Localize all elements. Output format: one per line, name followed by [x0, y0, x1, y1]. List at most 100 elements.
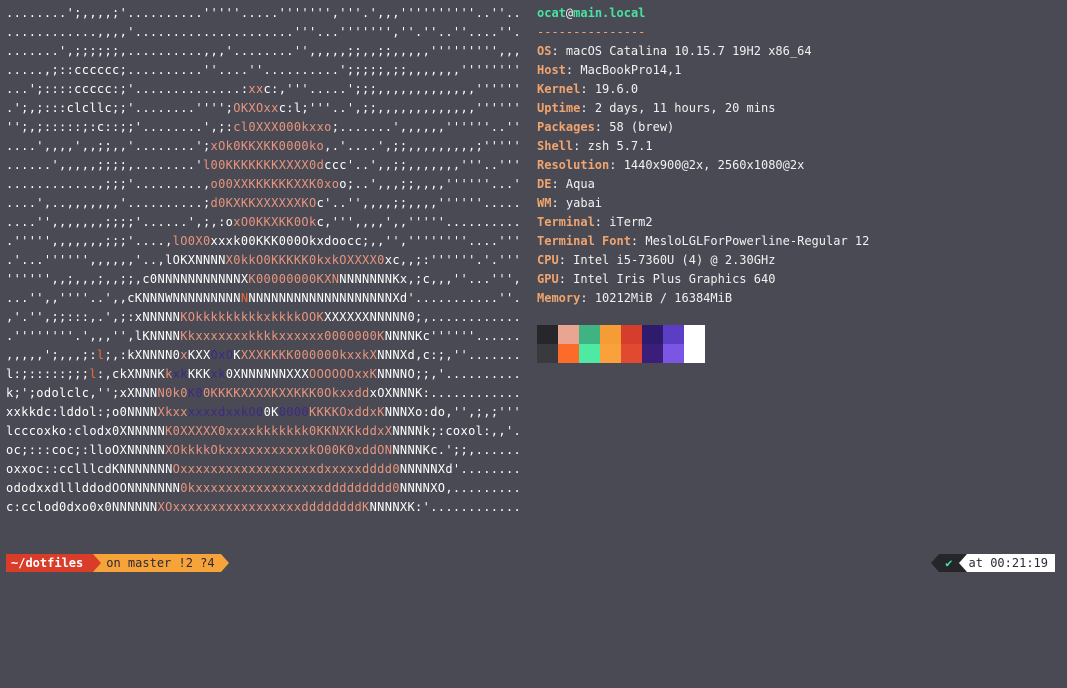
color-swatch — [663, 325, 684, 344]
info-value: MacBookPro14,1 — [580, 63, 682, 77]
info-key: Resolution — [537, 158, 610, 172]
info-row-shell: Shell: zsh 5.7.1 — [537, 137, 869, 156]
ascii-art-line: .'...'''''',,,,,,'..,lOKXNNNNX0kkO0KKKKK… — [6, 253, 521, 267]
prompt-left: ~/dotfiles on master !2 ?4 — [6, 554, 229, 572]
ascii-art-line: l:;:::::;;;l:,ckXNNNKkxkKKKxk0XNNNNNNXXX… — [6, 367, 521, 381]
info-key: CPU — [537, 253, 559, 267]
info-value: Aqua — [565, 177, 595, 191]
info-key: OS — [537, 44, 552, 58]
info-row-os: OS: macOS Catalina 10.15.7 19H2 x86_64 — [537, 42, 869, 61]
hostname: main.local — [573, 6, 646, 20]
color-swatch — [579, 344, 600, 363]
ascii-art-line: ...'',,''''..',,cKNNNWNNNNNNNNNNNNNNNNNN… — [6, 291, 521, 305]
ascii-art-line: .''''',,,,,,,;;;'....,lO0X0xxxk00KKK000O… — [6, 234, 521, 248]
ascii-art-line: lcccoxko:clodx0XNNNNNK0XXXXX0xxxxkkkkkkk… — [6, 424, 521, 438]
ascii-art-line: ......',,,,,;;;;,........'l00KKKKKKKXXXX… — [6, 158, 521, 172]
prompt-right: ✔ at 00:21:19 — [931, 554, 1055, 572]
ascii-art-line: ododxxdlllddodOONNNNNNN0kxxxxxxxxxxxxxxx… — [6, 481, 521, 495]
ascii-logo: ........';,,,,;'..........'''''.....''''… — [6, 4, 521, 517]
ascii-art-line: .';,;:::clcllc;;'........'''';OKXOxxc:l;… — [6, 101, 521, 115]
ascii-art-line: xxkkdc:lddol:;o0NNNNXkxxxxxxdxxkO00K0000… — [6, 405, 521, 419]
info-value: Intel i5-7360U (4) @ 2.30GHz — [573, 253, 776, 267]
prompt-git-status: on master !2 ?4 — [101, 554, 221, 572]
info-key: Packages — [537, 120, 595, 134]
powerline-separator-arrow — [958, 554, 967, 572]
info-row-wm: WM: yabai — [537, 194, 869, 213]
info-key: Shell — [537, 139, 574, 153]
ascii-art-line: .....,;::cccccc;..........''....''......… — [6, 63, 521, 77]
info-key: WM — [537, 196, 552, 210]
powerline-separator-arrow — [931, 554, 940, 572]
info-value: macOS Catalina 10.15.7 19H2 x86_64 — [565, 44, 812, 58]
color-swatch — [684, 344, 705, 363]
ascii-art-line: oxxoc::cclllcdKNNNNNNNOxxxxxxxxxxxxxxxxx… — [6, 462, 521, 476]
info-colon: : — [551, 44, 566, 58]
ascii-art-line: ........';,,,,;'..........'''''.....''''… — [6, 6, 521, 20]
color-swatch — [558, 325, 579, 344]
info-value: Intel Iris Plus Graphics 640 — [573, 272, 776, 286]
info-value: 19.6.0 — [594, 82, 639, 96]
ascii-art-line: '';,;:::::;:c::;;'........',;:cl0XXX000k… — [6, 120, 521, 134]
color-swatch — [621, 325, 642, 344]
ascii-art-line: ............,,,,'.....................''… — [6, 25, 521, 39]
info-value: 2 days, 11 hours, 20 mins — [594, 101, 776, 115]
color-swatch — [642, 325, 663, 344]
ascii-art-line: .''''''''.',,,'',lKNNNNKkxxxxxxxkkkkxxxx… — [6, 329, 521, 343]
info-row-cpu: CPU: Intel i5-7360U (4) @ 2.30GHz — [537, 251, 869, 270]
system-info: ocat@main.local --------------- OS: macO… — [537, 4, 869, 308]
color-swatch — [663, 344, 684, 363]
color-swatch — [621, 344, 642, 363]
info-colon: : — [630, 234, 646, 248]
info-value: 10212MiB / 16384MiB — [594, 291, 733, 305]
info-row-host: Host: MacBookPro14,1 — [537, 61, 869, 80]
info-row-terminal: Terminal: iTerm2 — [537, 213, 869, 232]
prompt-path: ~/dotfiles — [6, 554, 94, 572]
powerline-separator-arrow — [93, 554, 102, 572]
ascii-art-line: ....'',,,,,,,;;;;'......',;,:oxO0KKXKK0O… — [6, 215, 521, 229]
ascii-art-line: k;';odolclc,'';xXNNNN0k0K00KKKKXXXXKXXKK… — [6, 386, 521, 400]
info-colon: : — [558, 253, 574, 267]
ascii-art-line: ,,,,,';,,,;:l;,:kXNNNN0xKXXOxOKXXXKKKK00… — [6, 348, 521, 362]
powerline-separator-arrow — [220, 554, 229, 572]
ascii-art-line: ....',..,,,,,,,'..........;d0KXKKXXXXXXK… — [6, 196, 521, 210]
info-key: Host — [537, 63, 566, 77]
prompt-time: at 00:21:19 — [966, 554, 1055, 572]
ascii-art-line: .......',;;;;;;,..........,,,'........''… — [6, 44, 521, 58]
info-colon: : — [609, 158, 624, 172]
terminal-window: ........';,,,,;'..........'''''.....''''… — [0, 0, 1067, 688]
color-palette — [537, 325, 705, 363]
info-colon: : — [558, 272, 574, 286]
username: ocat — [537, 6, 566, 20]
info-value: 1440x900@2x, 2560x1080@2x — [623, 158, 805, 172]
info-row-uptime: Uptime: 2 days, 11 hours, 20 mins — [537, 99, 869, 118]
ascii-art-line: ...';::::ccccc:;'..............:xxc:,'''… — [6, 82, 521, 96]
ascii-art-line: ,'.'',;;:::,.',;:xNNNNNKOkkkkkkkkkxkkkkO… — [6, 310, 521, 324]
info-key: Terminal — [537, 215, 595, 229]
color-swatch — [537, 344, 558, 363]
info-colon: : — [580, 291, 595, 305]
color-swatch — [558, 344, 579, 363]
color-swatch — [579, 325, 600, 344]
info-key: GPU — [537, 272, 559, 286]
separator-line: --------------- — [537, 25, 646, 39]
color-swatch — [537, 325, 558, 344]
info-colon: : — [551, 196, 566, 210]
info-colon: : — [565, 63, 581, 77]
info-key: Kernel — [537, 82, 581, 96]
ascii-art-line: c:cclod0dxo0x0NNNNNNXOxxxxxxxxxxxxxxxxxd… — [6, 500, 521, 514]
info-colon: : — [580, 82, 595, 96]
info-colon: : — [594, 215, 610, 229]
info-value: MesloLGLForPowerline-Regular 12 — [645, 234, 870, 248]
info-row-terminal-font: Terminal Font: MesloLGLForPowerline-Regu… — [537, 232, 869, 251]
info-value: yabai — [565, 196, 603, 210]
info-colon: : — [573, 139, 588, 153]
info-value: zsh 5.7.1 — [587, 139, 653, 153]
info-key: DE — [537, 177, 552, 191]
info-colon: : — [594, 120, 610, 134]
info-value: iTerm2 — [609, 215, 653, 229]
color-swatch — [642, 344, 663, 363]
info-row-de: DE: Aqua — [537, 175, 869, 194]
checkmark-icon: ✔ — [939, 554, 959, 572]
ascii-art-line: ............,;;;'.........,o00XXKKKKKKXX… — [6, 177, 521, 191]
info-value: 58 (brew) — [609, 120, 675, 134]
